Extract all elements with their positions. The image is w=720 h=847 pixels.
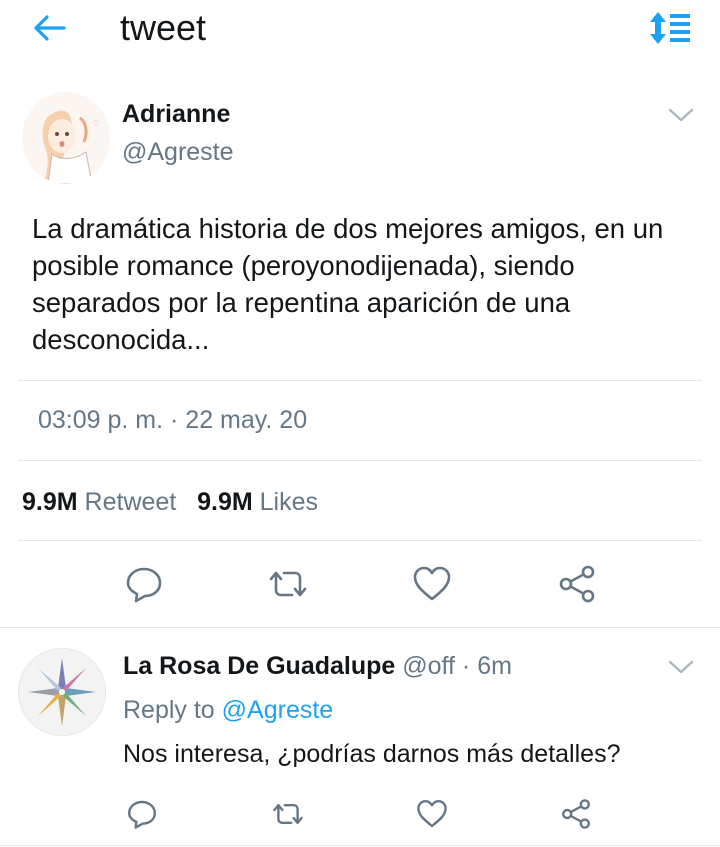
chevron-down-icon[interactable] (666, 104, 696, 126)
share-icon[interactable] (557, 564, 597, 604)
reply-to-mention[interactable]: @Agreste (222, 696, 334, 724)
like-count[interactable]: 9.9M (197, 488, 253, 516)
share-icon[interactable] (560, 798, 592, 830)
reply-header: La Rosa De Guadalupe @off · 6m (123, 650, 512, 682)
back-arrow-icon[interactable] (30, 10, 70, 46)
avatar[interactable]: ♡ (22, 92, 110, 184)
divider (18, 540, 702, 541)
divider (18, 380, 702, 381)
svg-text:♡: ♡ (92, 119, 99, 128)
tweet-timestamp: 03:09 p. m. · 22 may. 20 (38, 406, 308, 434)
retweet-count[interactable]: 9.9M (22, 488, 78, 516)
divider (0, 845, 720, 846)
retweet-icon[interactable] (272, 798, 304, 830)
reply-icon[interactable] (126, 798, 158, 830)
reply-meta: @off · 6m (402, 652, 512, 680)
reply-to-prefix: Reply to (123, 696, 215, 724)
like-icon[interactable] (416, 798, 448, 830)
reply-avatar[interactable] (18, 648, 106, 736)
retweet-label[interactable]: Retweet (85, 488, 177, 516)
reply-to-line: Reply to @Agreste (123, 694, 333, 726)
tweet-stats: 9.9M Retweet 9.9M Likes (22, 486, 318, 518)
retweet-icon[interactable] (268, 564, 308, 604)
sort-icon[interactable] (648, 10, 692, 46)
like-label[interactable]: Likes (260, 488, 318, 516)
reply-chevron-down-icon[interactable] (666, 656, 696, 678)
reply-author-name[interactable]: La Rosa De Guadalupe (123, 652, 395, 680)
reply-text: Nos interesa, ¿podrías darnos más detall… (123, 740, 621, 768)
author-handle[interactable]: @Agreste (122, 136, 234, 168)
author-name[interactable]: Adrianne (122, 98, 230, 130)
divider (0, 627, 720, 628)
page-title: tweet (120, 7, 207, 48)
tweet-text: La dramática historia de dos mejores ami… (32, 213, 664, 355)
divider (18, 460, 702, 461)
reply-icon[interactable] (124, 564, 164, 604)
like-icon[interactable] (412, 564, 452, 604)
